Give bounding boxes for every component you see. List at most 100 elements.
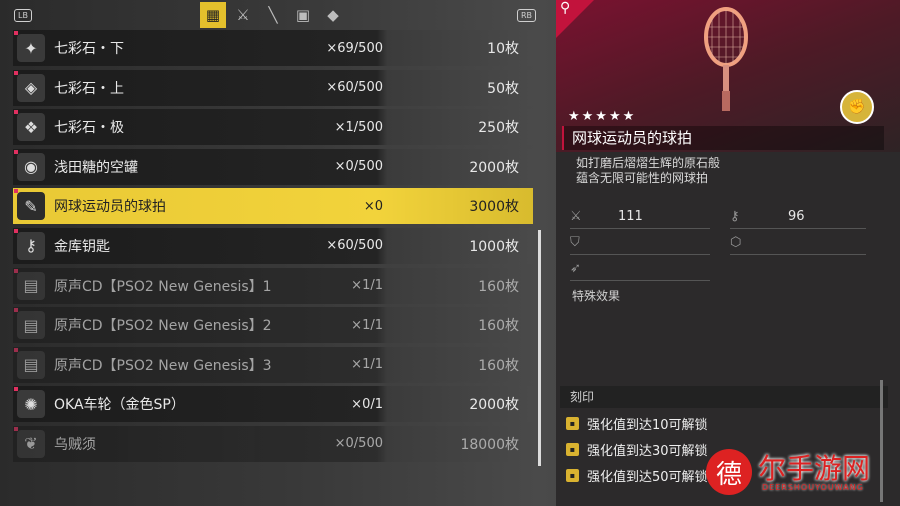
item-price: 160枚 bbox=[478, 357, 519, 374]
item-name: 原声CD【PSO2 New Genesis】1 bbox=[54, 278, 272, 295]
sword-stat-icon: ⚔ bbox=[570, 208, 582, 224]
item-quantity: ×0 bbox=[363, 198, 383, 214]
new-marker bbox=[14, 70, 18, 75]
new-marker bbox=[14, 149, 18, 154]
lock-icon: ▪ bbox=[566, 442, 579, 456]
item-price: 250枚 bbox=[478, 120, 519, 137]
diamond-icon: ◆ bbox=[327, 6, 339, 24]
item-price: 2000枚 bbox=[469, 159, 519, 176]
watermark-badge: 德 bbox=[706, 449, 752, 495]
item-price: 18000枚 bbox=[460, 436, 519, 453]
shop-item-row[interactable]: ✦ 七彩石・下 ×69/500 10枚 bbox=[13, 30, 533, 66]
new-marker bbox=[14, 268, 18, 273]
shop-item-row[interactable]: ▤ 原声CD【PSO2 New Genesis】3 ×1/1 160枚 bbox=[13, 346, 533, 383]
watermark-logo: 德 尔手游网 DEERSHOUYOUWANG bbox=[706, 445, 896, 501]
item-icon: ❦ bbox=[17, 429, 45, 458]
item-icon: ◈ bbox=[17, 73, 45, 102]
tab-items[interactable]: ▣ bbox=[290, 2, 316, 28]
box-icon: ▣ bbox=[295, 6, 311, 24]
shop-item-row[interactable]: ✺ OKA车轮（金色SP） ×0/1 2000枚 bbox=[13, 386, 533, 423]
runner-icon: ➶ bbox=[570, 260, 581, 276]
item-icon: ▤ bbox=[17, 271, 45, 300]
lb-button[interactable]: LB bbox=[14, 9, 32, 22]
item-icon: ✺ bbox=[17, 390, 45, 419]
item-quantity: ×1/1 bbox=[351, 357, 383, 373]
key-stat-icon: ⚷ bbox=[730, 208, 740, 224]
item-icon: ❖ bbox=[17, 113, 45, 142]
item-icon: ◉ bbox=[17, 152, 45, 181]
category-bar: LB ▦ ⚔ ╲ ▣ ◆ RB bbox=[0, 0, 548, 30]
shop-item-row[interactable]: ▤ 原声CD【PSO2 New Genesis】2 ×1/1 160枚 bbox=[13, 307, 533, 344]
item-detail-panel: ⚲ ✊ ★★★★★ 网球运动员的球拍 如打磨后熠熠生辉的原石般 蕴含无限可能性的… bbox=[556, 0, 900, 506]
item-quantity: ×0/1 bbox=[351, 396, 383, 412]
list-scrollbar[interactable] bbox=[538, 230, 541, 466]
item-quantity: ×60/500 bbox=[326, 238, 383, 254]
defense-stat: ⛉ bbox=[570, 230, 710, 255]
shield-icon: ⛉ bbox=[570, 234, 580, 250]
skill-value: 96 bbox=[788, 208, 805, 224]
item-icon: ✦ bbox=[17, 34, 45, 62]
special-effect-label: 特殊效果 bbox=[572, 289, 621, 303]
new-marker bbox=[14, 110, 18, 115]
item-price: 3000枚 bbox=[469, 199, 519, 216]
item-title: 网球运动员的球拍 bbox=[562, 126, 884, 150]
item-quantity: ×0/500 bbox=[334, 436, 383, 452]
racket-image bbox=[704, 7, 748, 111]
lock-icon: ▪ bbox=[566, 416, 579, 430]
item-quantity: ×0/500 bbox=[334, 159, 383, 175]
new-marker bbox=[14, 426, 18, 431]
lock-icon: ▪ bbox=[566, 468, 579, 482]
item-name: 原声CD【PSO2 New Genesis】3 bbox=[54, 357, 272, 374]
engrave-text: 强化值到达30可解锁 bbox=[587, 443, 708, 459]
watermark-sub: DEERSHOUYOUWANG bbox=[762, 483, 864, 492]
shop-item-row[interactable]: ❦ 乌贼须 ×0/500 18000枚 bbox=[13, 425, 533, 462]
item-price: 1000枚 bbox=[469, 238, 519, 255]
tab-blades[interactable]: ╲ bbox=[260, 2, 286, 28]
rb-button[interactable]: RB bbox=[517, 9, 537, 22]
racket-small-icon: ⚲ bbox=[560, 0, 571, 16]
new-marker bbox=[14, 228, 18, 233]
shop-item-row[interactable]: ✎ 网球运动员的球拍 ×0 3000枚 bbox=[13, 188, 533, 225]
tab-gems[interactable]: ◆ bbox=[320, 2, 346, 28]
attack-stat: ⚔ 111 bbox=[570, 204, 710, 229]
item-name: 七彩石・极 bbox=[54, 120, 124, 137]
item-icon: ▤ bbox=[17, 350, 45, 379]
sword-icon: ⚔ bbox=[236, 6, 250, 24]
speed-stat: ➶ bbox=[570, 256, 710, 281]
item-name: 乌贼须 bbox=[54, 436, 96, 453]
engrave-text: 强化值到达10可解锁 bbox=[587, 417, 708, 433]
item-price: 10枚 bbox=[487, 41, 519, 57]
blade-icon: ╲ bbox=[268, 6, 278, 24]
shop-item-row[interactable]: ◈ 七彩石・上 ×60/500 50枚 bbox=[13, 69, 533, 106]
shop-item-list: ✦ 七彩石・下 ×69/500 10枚 ◈ 七彩石・上 ×60/500 50枚 ❖ 七彩石・极 ×1… bbox=[13, 30, 533, 466]
item-name: 金库钥匙 bbox=[54, 238, 110, 255]
item-name: OKA车轮（金色SP） bbox=[54, 397, 185, 414]
skill-stat: ⚷ 96 bbox=[730, 204, 866, 229]
grid-icon: ▦ bbox=[205, 6, 221, 24]
item-quantity: ×69/500 bbox=[326, 40, 383, 56]
shop-item-row[interactable]: ◉ 浅田糖的空罐 ×0/500 2000枚 bbox=[13, 148, 533, 185]
item-quantity: ×60/500 bbox=[326, 80, 383, 96]
tab-all[interactable]: ▦ bbox=[200, 2, 226, 28]
new-marker bbox=[14, 308, 18, 313]
category-tabs: ▦ ⚔ ╲ ▣ ◆ bbox=[200, 2, 346, 29]
item-price: 50枚 bbox=[487, 80, 519, 97]
item-quantity: ×1/500 bbox=[334, 119, 383, 135]
tab-weapons[interactable]: ⚔ bbox=[230, 2, 256, 28]
item-name: 网球运动员的球拍 bbox=[54, 199, 166, 216]
shop-item-row[interactable]: ❖ 七彩石・极 ×1/500 250枚 bbox=[13, 109, 533, 146]
new-marker bbox=[14, 387, 18, 392]
item-quantity: ×1/1 bbox=[351, 317, 383, 333]
new-marker bbox=[14, 189, 18, 194]
item-preview: ⚲ ✊ ★★★★★ 网球运动员的球拍 bbox=[556, 0, 900, 152]
shop-item-row[interactable]: ▤ 原声CD【PSO2 New Genesis】1 ×1/1 160枚 bbox=[13, 267, 533, 304]
watermark-title: 尔手游网 bbox=[758, 452, 871, 485]
item-price: 160枚 bbox=[478, 318, 519, 335]
shop-item-row[interactable]: ⚷ 金库钥匙 ×60/500 1000枚 bbox=[13, 227, 533, 264]
item-icon: ✎ bbox=[17, 192, 45, 221]
new-marker bbox=[14, 347, 18, 352]
item-name: 七彩石・上 bbox=[54, 80, 124, 97]
fist-badge-icon: ✊ bbox=[840, 90, 874, 124]
item-icon: ▤ bbox=[17, 311, 45, 340]
item-price: 2000枚 bbox=[469, 397, 519, 414]
